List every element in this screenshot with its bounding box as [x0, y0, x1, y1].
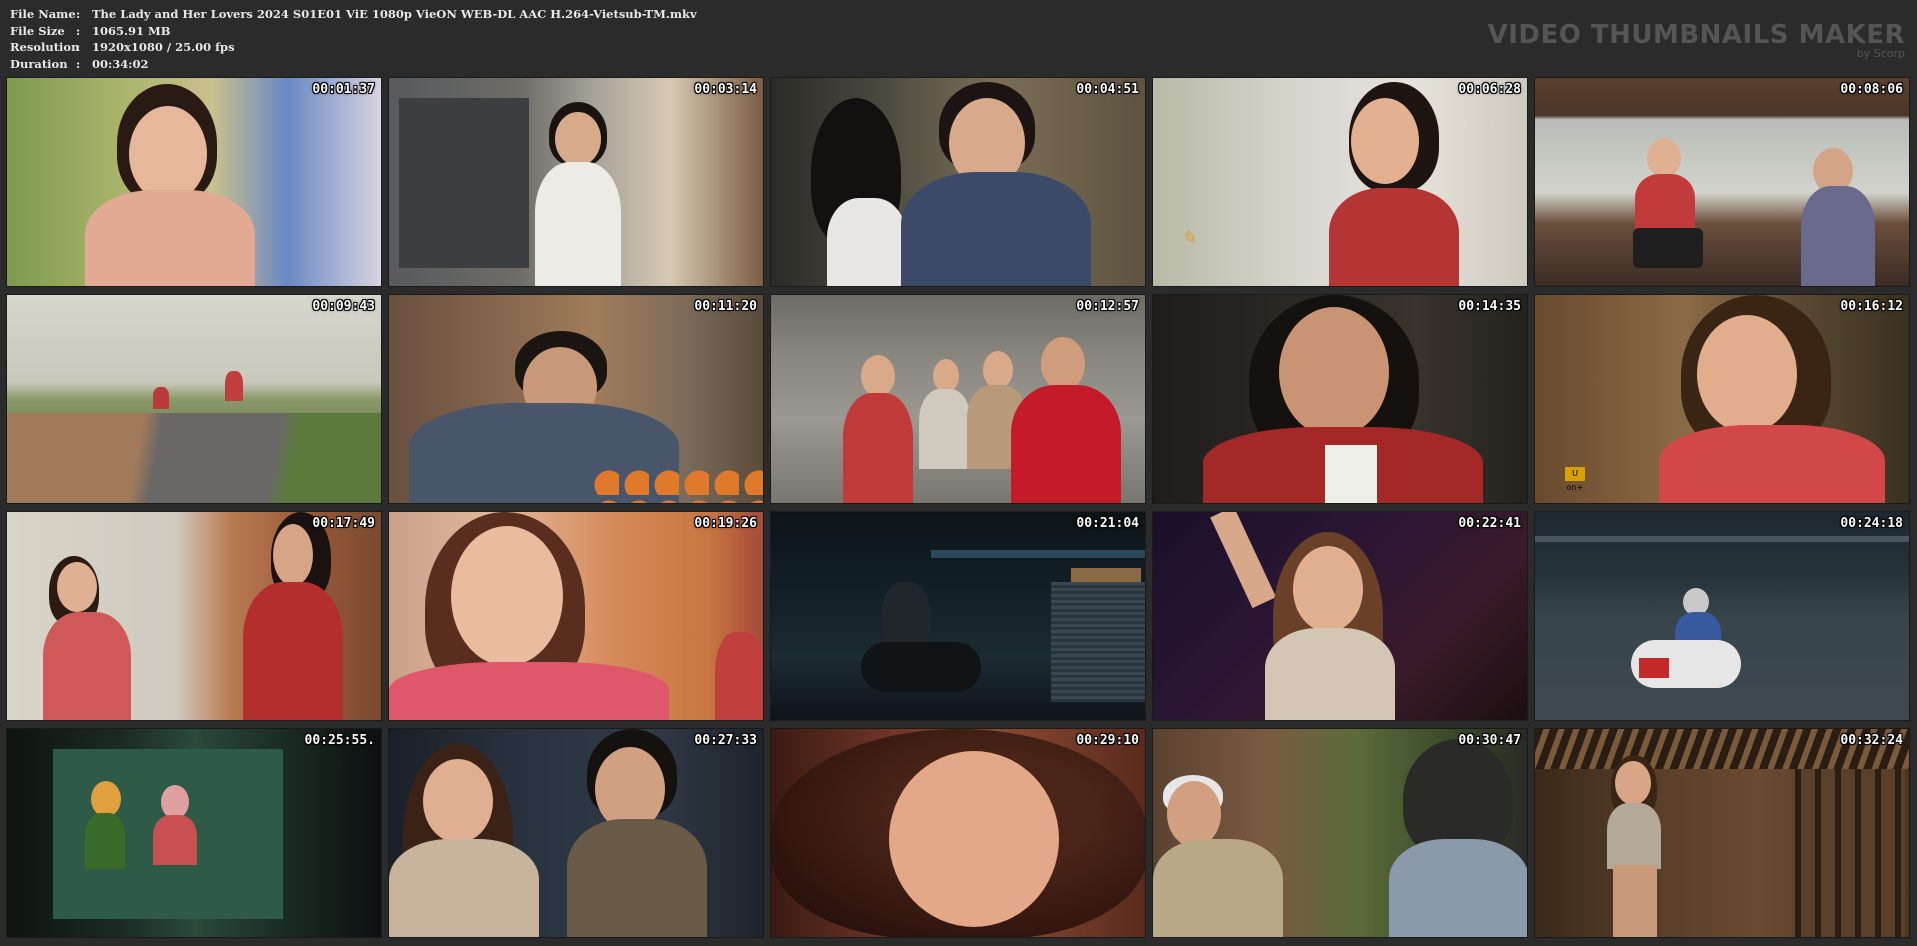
- scene-image: [389, 512, 763, 720]
- timestamp: 00:21:04: [1076, 516, 1139, 531]
- brand-title: VIDEO THUMBNAILS MAKER: [1487, 20, 1905, 50]
- thumbnail[interactable]: 00:27:33: [388, 728, 764, 938]
- thumbnail[interactable]: 00:08:06: [1534, 77, 1910, 287]
- timestamp: 00:09:43: [312, 299, 375, 314]
- timestamp: 00:30:47: [1458, 733, 1521, 748]
- file-name-value: The Lady and Her Lovers 2024 S01E01 ViE …: [92, 7, 697, 21]
- thumbnail[interactable]: 00:01:37: [6, 77, 382, 287]
- scene-image: [1535, 729, 1909, 937]
- thumbnail[interactable]: 00:30:47: [1152, 728, 1528, 938]
- thumbnail[interactable]: 00:24:18: [1534, 511, 1910, 721]
- thumbnail[interactable]: 00:04:51: [770, 77, 1146, 287]
- timestamp: 00:12:57: [1076, 299, 1139, 314]
- timestamp: 00:08:06: [1840, 82, 1903, 97]
- thumbnail[interactable]: 00:29:10: [770, 728, 1146, 938]
- scene-image: [389, 78, 763, 286]
- timestamp: 00:29:10: [1076, 733, 1139, 748]
- timestamp: 00:06:28: [1458, 82, 1521, 97]
- scene-image: [771, 78, 1145, 286]
- scene-image: [7, 512, 381, 720]
- scene-image: [7, 729, 381, 937]
- thumbnail[interactable]: 00:14:35: [1152, 294, 1528, 504]
- timestamp: 00:17:49: [312, 516, 375, 531]
- duration-value: 00:34:02: [92, 56, 149, 71]
- file-size-label: File Size: [10, 23, 65, 38]
- separator: :: [76, 23, 81, 38]
- thumbnail[interactable]: 00:25:55.: [6, 728, 382, 938]
- file-size-row: File Size : 1065.91 MB: [10, 23, 697, 40]
- timestamp: 00:25:55.: [304, 733, 375, 748]
- channel-badge: U on+: [1565, 467, 1585, 492]
- file-size-value: 1065.91 MB: [92, 23, 171, 38]
- logo-watermark-icon: ✎: [1181, 228, 1197, 249]
- file-name-row: File Name : The Lady and Her Lovers 2024…: [10, 6, 697, 23]
- scene-image: [1535, 78, 1909, 286]
- resolution-label: Resolution: [10, 40, 80, 54]
- file-name-label: File Name: [10, 7, 76, 21]
- timestamp: 00:11:20: [694, 299, 757, 314]
- scene-image: [389, 729, 763, 937]
- timestamp: 00:03:14: [694, 82, 757, 97]
- scene-image: [1535, 512, 1909, 720]
- timestamp: 00:14:35: [1458, 299, 1521, 314]
- separator: :: [76, 7, 81, 21]
- thumbnail[interactable]: U on+ 00:16:12: [1534, 294, 1910, 504]
- separator: :: [76, 56, 81, 71]
- scene-image: [771, 512, 1145, 720]
- file-info-panel: File Name : The Lady and Her Lovers 2024…: [10, 6, 697, 72]
- resolution-value: 1920x1080 / 25.00 fps: [92, 40, 235, 54]
- timestamp: 00:01:37: [312, 82, 375, 97]
- timestamp: 00:32:24: [1840, 733, 1903, 748]
- timestamp: 00:27:33: [694, 733, 757, 748]
- thumbnail[interactable]: 00:21:04: [770, 511, 1146, 721]
- thumbnail[interactable]: ✎ 00:06:28: [1152, 77, 1528, 287]
- timestamp: 00:24:18: [1840, 516, 1903, 531]
- scene-image: [7, 78, 381, 286]
- thumbnail[interactable]: 00:19:26: [388, 511, 764, 721]
- thumbnail[interactable]: 00:11:20: [388, 294, 764, 504]
- scene-image: [1153, 512, 1527, 720]
- scene-image: [7, 295, 381, 503]
- thumbnail[interactable]: 00:17:49: [6, 511, 382, 721]
- thumbnail[interactable]: 00:12:57: [770, 294, 1146, 504]
- thumbnail[interactable]: 00:22:41: [1152, 511, 1528, 721]
- resolution-row: Resolution : 1920x1080 / 25.00 fps: [10, 39, 697, 56]
- thumbnail[interactable]: 00:03:14: [388, 77, 764, 287]
- scene-image: [1153, 295, 1527, 503]
- scene-image: [771, 729, 1145, 937]
- scene-image: [1153, 729, 1527, 937]
- thumbnail-grid: 00:01:37 00:03:14 00:04:51 ✎ 00:06:28 00…: [6, 77, 1910, 938]
- brand-watermark: VIDEO THUMBNAILS MAKER by Scorp: [1488, 22, 1905, 60]
- scene-image: ✎: [1153, 78, 1527, 286]
- timestamp: 00:22:41: [1458, 516, 1521, 531]
- duration-label: Duration: [10, 56, 68, 71]
- timestamp: 00:04:51: [1076, 82, 1139, 97]
- scene-image: [771, 295, 1145, 503]
- thumbnail[interactable]: 00:09:43: [6, 294, 382, 504]
- duration-row: Duration : 00:34:02: [10, 56, 697, 73]
- scene-image: [389, 295, 763, 503]
- separator: :: [76, 40, 81, 54]
- timestamp: 00:19:26: [694, 516, 757, 531]
- scene-image: U on+: [1535, 295, 1909, 503]
- timestamp: 00:16:12: [1840, 299, 1903, 314]
- thumbnail[interactable]: 00:32:24: [1534, 728, 1910, 938]
